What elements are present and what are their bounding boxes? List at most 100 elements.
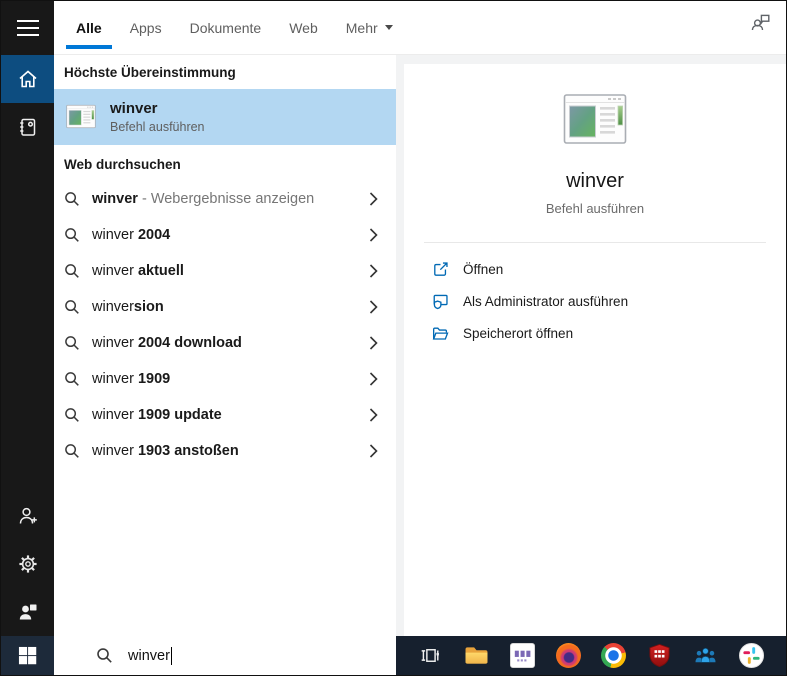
suggestion-strong: aktuell [138, 263, 184, 279]
winver-app-icon [66, 102, 96, 132]
insert-suggestion-button[interactable] [369, 300, 378, 314]
web-suggestion-row[interactable]: winver 2004 [54, 217, 396, 253]
best-match-heading: Höchste Übereinstimmung [54, 55, 396, 89]
web-suggestion-row[interactable]: winver 1903 anstoßen [54, 433, 396, 469]
sidebar-item-home[interactable] [1, 55, 54, 103]
open-file-location-icon [431, 324, 450, 343]
tab-apps-label: Apps [130, 20, 162, 36]
rail-bottom-group [1, 492, 54, 636]
web-suggestion-row[interactable]: winver 2004 download [54, 325, 396, 361]
start-button[interactable] [1, 636, 54, 675]
insert-suggestion-button[interactable] [369, 228, 378, 242]
insert-suggestion-button[interactable] [369, 336, 378, 350]
sidebar-item-add-account[interactable] [1, 492, 54, 540]
search-icon [64, 299, 80, 315]
chrome-icon [601, 643, 626, 668]
slack-button[interactable] [734, 636, 768, 675]
red-shield-app-icon [648, 643, 671, 668]
search-icon [64, 407, 80, 423]
people-app-icon [693, 644, 718, 667]
search-icon [64, 227, 80, 243]
task-view-button[interactable] [414, 636, 448, 675]
web-suggestion-row[interactable]: winver 1909 update [54, 397, 396, 433]
suggestion-text: winver 1909 update [92, 407, 222, 423]
hamburger-menu-icon [16, 19, 40, 37]
firefox-button[interactable] [551, 636, 585, 675]
web-search-section: Web durchsuchen winver - Webergebnisse a… [54, 147, 396, 469]
sidebar-item-journal[interactable] [1, 103, 54, 151]
chevron-down-icon [385, 25, 393, 30]
suggestion-text: winver - Webergebnisse anzeigen [92, 191, 314, 207]
winver-app-icon-large [563, 88, 627, 152]
tab-alle[interactable]: Alle [76, 1, 102, 55]
firefox-icon [556, 643, 581, 668]
suggestion-strong: 2004 [138, 227, 170, 243]
action-list: Öffnen Als Administrator ausführen Speic… [404, 243, 786, 349]
search-icon [64, 443, 80, 459]
chevron-right-icon [369, 444, 378, 458]
pixel-blocks-app-button[interactable] [505, 636, 539, 675]
hamburger-menu-button[interactable] [1, 1, 54, 55]
shield-app-button[interactable] [643, 636, 677, 675]
insert-suggestion-button[interactable] [369, 408, 378, 422]
tab-mehr[interactable]: Mehr [346, 1, 393, 55]
action-label: Als Administrator ausführen [463, 294, 628, 309]
admin-shield-icon [431, 292, 450, 311]
tab-mehr-label: Mehr [346, 20, 378, 36]
search-icon [96, 647, 113, 664]
tab-dokumente[interactable]: Dokumente [190, 1, 262, 55]
search-header: Alle Apps Dokumente Web Mehr [54, 1, 786, 55]
action-run-as-admin[interactable]: Als Administrator ausführen [431, 285, 786, 317]
filter-tabs: Alle Apps Dokumente Web Mehr [76, 1, 393, 55]
feedback-button[interactable] [749, 12, 773, 36]
suggestion-lead: winver [92, 227, 138, 243]
suggestion-text: winver aktuell [92, 263, 184, 279]
search-icon [64, 371, 80, 387]
tab-web-label: Web [289, 20, 318, 36]
tab-alle-label: Alle [76, 20, 102, 36]
text-caret [171, 647, 172, 665]
file-explorer-button[interactable] [460, 636, 494, 675]
suggestion-lead: winver [92, 299, 134, 315]
suggestion-text: winver 1903 anstoßen [92, 443, 239, 459]
best-match-text: winver Befehl ausführen [110, 100, 205, 134]
suggestion-muted: - Webergebnisse anzeigen [138, 191, 314, 207]
tab-dokumente-label: Dokumente [190, 20, 262, 36]
insert-suggestion-button[interactable] [369, 444, 378, 458]
taskbar-search-input[interactable]: winver [54, 636, 396, 675]
chevron-right-icon [369, 192, 378, 206]
web-suggestion-row[interactable]: winver - Webergebnisse anzeigen [54, 181, 396, 217]
chrome-button[interactable] [597, 636, 631, 675]
bottom-row: winver [1, 636, 786, 675]
sidebar-item-settings[interactable] [1, 540, 54, 588]
notebook-icon [16, 115, 40, 139]
suggestion-text: winver 2004 download [92, 335, 242, 351]
chevron-right-icon [369, 372, 378, 386]
result-subtitle: Befehl ausführen [110, 120, 205, 134]
web-suggestion-row[interactable]: winver aktuell [54, 253, 396, 289]
insert-suggestion-button[interactable] [369, 264, 378, 278]
home-icon [16, 67, 40, 91]
web-suggestion-row[interactable]: winver 1909 [54, 361, 396, 397]
feedback-person-icon [16, 600, 40, 624]
tab-web[interactable]: Web [289, 1, 318, 55]
sidebar-item-feedback[interactable] [1, 588, 54, 636]
detail-subtitle: Befehl ausführen [546, 201, 644, 216]
action-open[interactable]: Öffnen [431, 253, 786, 285]
suggestion-text: winver 2004 [92, 227, 170, 243]
web-suggestion-row[interactable]: winversion [54, 289, 396, 325]
action-open-file-location[interactable]: Speicherort öffnen [431, 317, 786, 349]
suggestion-lead: winver [92, 443, 138, 459]
insert-suggestion-button[interactable] [369, 192, 378, 206]
task-view-icon [419, 644, 442, 667]
suggestion-lead: winver [92, 263, 138, 279]
insert-suggestion-button[interactable] [369, 372, 378, 386]
tab-apps[interactable]: Apps [130, 1, 162, 55]
action-label: Speicherort öffnen [463, 326, 573, 341]
action-label: Öffnen [463, 262, 503, 277]
suggestion-lead: winver [92, 407, 138, 423]
best-match-result[interactable]: winver Befehl ausführen [54, 89, 396, 145]
people-app-button[interactable] [688, 636, 722, 675]
suggestion-strong: 2004 download [138, 335, 242, 351]
chevron-right-icon [369, 228, 378, 242]
